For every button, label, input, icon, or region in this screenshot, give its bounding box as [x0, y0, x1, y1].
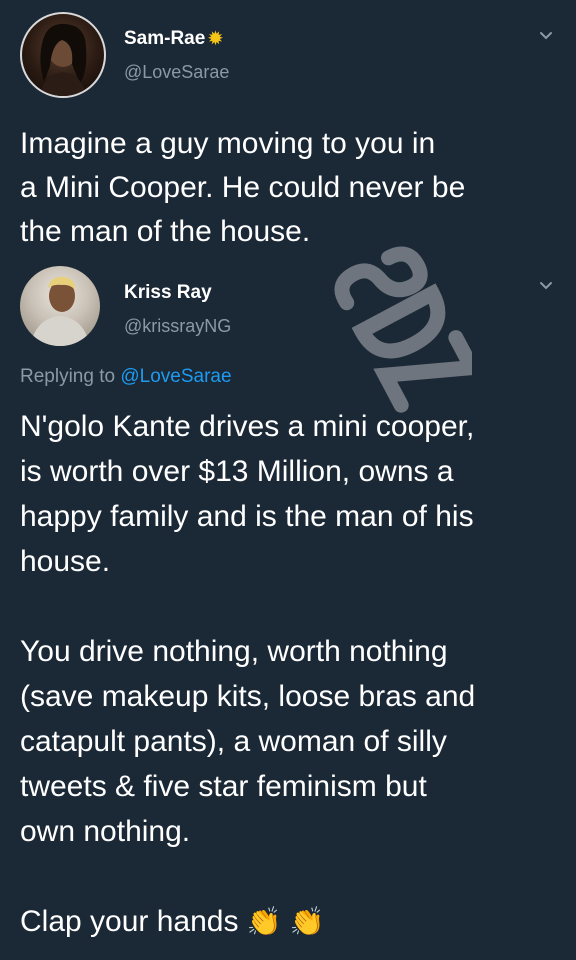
user-handle[interactable]: @LoveSarae — [124, 62, 229, 83]
tweet-body: N'golo Kante drives a mini cooper, is wo… — [20, 410, 476, 938]
user-handle[interactable]: @krissrayNG — [124, 316, 231, 337]
chevron-down-icon[interactable] — [538, 278, 554, 294]
watermark-logo — [334, 246, 472, 413]
tweet-text: N'golo Kante drives a mini cooper, is wo… — [20, 404, 560, 944]
replying-to-line: Replying to @LoveSarae — [20, 366, 232, 388]
clapping-hands-icon: 👏 👏 — [246, 906, 325, 937]
sun-icon: ✹ — [208, 29, 223, 48]
display-name[interactable]: Sam-Rae ✹ — [124, 28, 223, 50]
replying-to-mention[interactable]: @LoveSarae — [120, 366, 231, 387]
avatar[interactable] — [20, 12, 106, 98]
reply-tweet: Kriss Ray @krissrayNG Replying to @LoveS… — [0, 260, 576, 960]
tweet-text: Imagine a guy moving to you in a Mini Co… — [20, 127, 466, 248]
display-name[interactable]: Kriss Ray — [124, 282, 212, 304]
avatar[interactable] — [20, 266, 100, 346]
chevron-down-icon[interactable] — [538, 28, 554, 44]
replying-to-label: Replying to — [20, 366, 121, 387]
original-tweet: Sam-Rae ✹ @LoveSarae Imagine a guy moving… — [0, 0, 576, 260]
